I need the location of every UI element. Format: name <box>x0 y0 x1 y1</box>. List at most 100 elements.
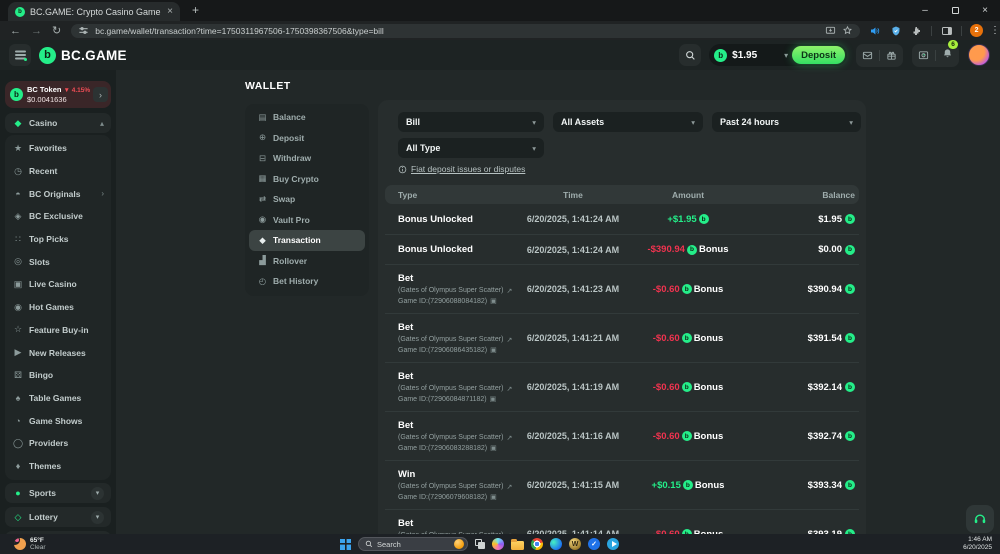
tx-amount: -$0.60 <box>653 284 680 295</box>
start-button[interactable] <box>340 539 351 550</box>
tx-game-name: (Gates of Olympus Super Scatter) <box>398 483 503 490</box>
side-panel-icon[interactable] <box>941 25 953 37</box>
copy-icon[interactable]: ▣ <box>490 493 497 501</box>
wallet-nav-vault-pro[interactable]: ◉Vault Pro <box>249 210 365 231</box>
telegram-app-icon[interactable] <box>607 538 619 550</box>
sidebar-item-casino[interactable]: ◆ Casino ▴ <box>5 113 111 133</box>
sidebar-item-lottery[interactable]: ◇ Lottery ▾ <box>5 507 111 527</box>
gift-icon[interactable] <box>886 50 897 61</box>
wallet-balance-selector[interactable]: b $1.95 ▾ Deposit <box>709 44 847 66</box>
type-select[interactable]: All Type ▾ <box>398 138 544 158</box>
sidebar-item-themes[interactable]: ♦Themes <box>5 455 111 478</box>
token-expand-button[interactable]: › <box>93 87 108 102</box>
shield-extension-icon[interactable] <box>890 25 902 37</box>
media-extension-icon[interactable] <box>869 25 881 37</box>
copilot-app-icon[interactable] <box>492 538 504 550</box>
wallet-nav-label: Transaction <box>273 235 321 245</box>
bcgame-logo-text[interactable]: BC.GAME <box>61 48 127 63</box>
fiat-dispute-link[interactable]: Fiat deposit issues or disputes <box>411 164 525 174</box>
bc-token-card[interactable]: b BC Token ▼ 4.15% $0.0041636 › <box>5 81 111 108</box>
window-close-button[interactable]: × <box>970 0 1000 21</box>
checkmark-app-icon[interactable]: ✓ <box>588 538 600 550</box>
sidebar-item-game-shows[interactable]: ◔Game Shows <box>5 409 111 432</box>
window-minimize-button[interactable]: – <box>910 0 940 21</box>
sidebar-item-new-releases[interactable]: ▶New Releases <box>5 341 111 364</box>
sidebar-item-slots[interactable]: ◎Slots <box>5 250 111 273</box>
sidebar-casino-group: ★Favorites◷Recent◓BC Originals›◈BC Exclu… <box>5 135 111 480</box>
copy-icon[interactable]: ▣ <box>490 297 497 305</box>
notification-count-badge: 6 <box>948 40 958 49</box>
sidebar-item-label: Bingo <box>29 370 104 380</box>
support-chat-button[interactable] <box>966 505 994 533</box>
wallet-nav-deposit[interactable]: ⊕Deposit <box>249 128 365 149</box>
edge-app-icon[interactable] <box>550 538 562 550</box>
sidebar-item-bc-originals[interactable]: ◓BC Originals› <box>5 182 111 205</box>
url-bar[interactable]: bc.game/wallet/transaction?time=17503119… <box>71 24 860 38</box>
swap-icon: ⇄ <box>257 194 268 205</box>
tx-game-name: (Gates of Olympus Super Scatter) <box>398 385 503 392</box>
sidebar-item-label: Favorites <box>29 143 104 153</box>
sidebar-item-favorites[interactable]: ★Favorites <box>5 137 111 160</box>
tx-time: 6/20/2025, 1:41:19 AM <box>508 382 638 392</box>
tab-close-icon[interactable]: × <box>167 7 173 17</box>
notifications-button[interactable]: 6 <box>942 46 953 64</box>
taskbar-search[interactable]: Search <box>358 537 468 551</box>
bc-coin-icon: b <box>682 284 692 294</box>
new-tab-button[interactable]: + <box>192 3 199 17</box>
bill-select[interactable]: Bill ▾ <box>398 112 544 132</box>
sidebar-item-live-casino[interactable]: ▣Live Casino <box>5 273 111 296</box>
taskbar-clock[interactable]: 1:46 AM 6/20/2025 <box>963 534 992 554</box>
deposit-button[interactable]: Deposit <box>792 46 845 64</box>
sidebar-item-feature-buy-in[interactable]: ☆Feature Buy-in <box>5 319 111 342</box>
user-avatar[interactable] <box>968 44 990 66</box>
bookmark-star-icon[interactable] <box>842 25 853 36</box>
wallet-nav-swap[interactable]: ⇄Swap <box>249 189 365 210</box>
sidebar-item-providers[interactable]: ◯Providers <box>5 432 111 455</box>
window-maximize-button[interactable] <box>940 0 970 21</box>
wallet-nav-buy-crypto[interactable]: ▦Buy Crypto <box>249 169 365 190</box>
period-select[interactable]: Past 24 hours ▾ <box>712 112 861 132</box>
sidebar-item-sports[interactable]: ● Sports ▾ <box>5 483 111 503</box>
wallet-nav-balance[interactable]: ▤Balance <box>249 107 365 128</box>
browser-menu-icon[interactable]: ⋮ <box>990 25 1000 36</box>
site-header: b BC.GAME b $1.95 ▾ Deposit 6 <box>0 40 1000 70</box>
copy-icon[interactable]: ▣ <box>490 444 497 452</box>
sidebar-item-top-picks[interactable]: ∷Top Picks <box>5 228 111 251</box>
mail-icon[interactable] <box>862 50 873 61</box>
browser-tab[interactable]: b BC.GAME: Crypto Casino Game × <box>8 2 180 21</box>
weather-condition: Clear <box>30 544 46 551</box>
wallet-nav-bet-history[interactable]: ◴Bet History <box>249 271 365 292</box>
site-settings-icon[interactable] <box>78 25 89 36</box>
transactions-list: Bonus Unlocked6/20/2025, 1:41:24 AM+$1.9… <box>385 204 859 534</box>
bonus-label: Bonus <box>694 431 724 442</box>
file-explorer-icon[interactable] <box>511 541 524 550</box>
wallet-nav-withdraw[interactable]: ⊟Withdraw <box>249 148 365 169</box>
install-app-icon[interactable] <box>825 25 836 36</box>
chrome-app-icon[interactable] <box>531 538 543 550</box>
copy-icon[interactable]: ▣ <box>490 346 497 354</box>
assets-select[interactable]: All Assets ▾ <box>553 112 703 132</box>
vault-icon[interactable] <box>918 50 929 61</box>
wallet-nav-transaction[interactable]: ◆Transaction <box>249 230 365 251</box>
forward-icon[interactable]: → <box>31 25 42 37</box>
game-app-icon[interactable]: W <box>569 538 581 550</box>
sidebar-item-recent[interactable]: ◷Recent <box>5 160 111 183</box>
sidebar-item-table-games[interactable]: ♠Table Games <box>5 387 111 410</box>
sidebar-item-hot-games[interactable]: ◉Hot Games <box>5 296 111 319</box>
hamburger-menu-button[interactable] <box>9 44 31 66</box>
tx-game-id: Game ID:(72906083288182) <box>398 445 487 452</box>
task-view-button[interactable] <box>475 539 485 549</box>
sidebar-item-bc-exclusive[interactable]: ◈BC Exclusive <box>5 205 111 228</box>
browser-profile-avatar[interactable]: 2 <box>970 24 983 37</box>
tx-type: Bet <box>398 420 508 431</box>
header-search-button[interactable] <box>679 44 701 66</box>
copy-icon[interactable]: ▣ <box>490 395 497 403</box>
taskbar-weather-widget[interactable]: 65°F Clear <box>14 537 46 552</box>
bc-token-coin-icon: b <box>10 88 23 101</box>
back-icon[interactable]: ← <box>10 25 21 37</box>
reload-icon[interactable]: ↻ <box>52 24 61 37</box>
sidebar-item-bingo[interactable]: ⚄Bingo <box>5 364 111 387</box>
wallet-nav-rollover[interactable]: ▟Rollover <box>249 251 365 272</box>
extensions-puzzle-icon[interactable] <box>911 25 923 37</box>
bcgame-logo-icon[interactable]: b <box>39 47 56 64</box>
